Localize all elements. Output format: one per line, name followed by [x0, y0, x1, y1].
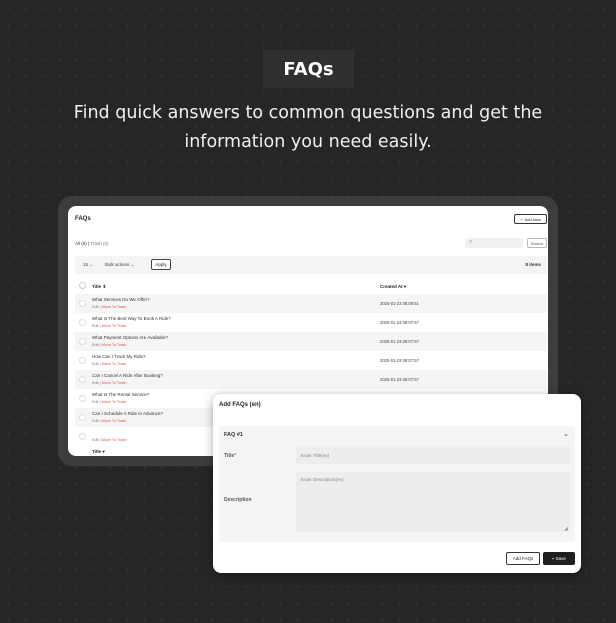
resize-grip-icon[interactable]: ◢ [564, 526, 568, 532]
col-created-label: Created At [380, 284, 403, 289]
description-label: Description [224, 497, 252, 503]
page-title: FAQs [75, 216, 91, 222]
row-checkbox[interactable] [79, 300, 86, 307]
bulk-actions-value: Bulk actions [105, 262, 130, 267]
row-checkbox[interactable] [79, 357, 86, 364]
row-checkbox[interactable] [79, 433, 86, 440]
row-title[interactable]: How Can I Track My Ride? [92, 354, 146, 359]
table-row: What Is The Best Way To Book A Ride? Edi… [75, 313, 547, 332]
row-created: 2025-01-23 08:07:57 [380, 358, 419, 363]
required-mark: * [234, 453, 237, 459]
row-created: 2025-01-23 08:07:57 [380, 320, 419, 325]
trash-link[interactable]: Move To Trash [102, 381, 127, 385]
sort-desc-icon: ▾ [403, 284, 407, 289]
trash-link[interactable]: Move To Trash [102, 400, 127, 404]
edit-link[interactable]: Edit [92, 438, 99, 442]
sort-icon: ⇕ [102, 284, 107, 289]
apply-button[interactable]: Apply [151, 259, 171, 270]
description-textarea[interactable] [296, 472, 570, 532]
add-new-button[interactable]: + Add New [514, 214, 547, 224]
trash-link[interactable]: Move To Trash [102, 438, 127, 442]
row-title[interactable]: What Is The Rental Service? [92, 392, 149, 397]
per-page-select[interactable]: 15 ⌄ [83, 262, 93, 268]
edit-link[interactable]: Edit [92, 400, 99, 404]
title-input[interactable] [296, 446, 570, 464]
row-checkbox[interactable] [79, 395, 86, 402]
footer-col-title-label: Title [92, 449, 102, 454]
per-page-value: 15 [83, 262, 89, 267]
search-button[interactable]: Search [527, 238, 547, 248]
plus-icon: + [520, 216, 523, 222]
row-actions: Edit | Move To Trash [92, 343, 127, 347]
row-actions: Edit | Move To Trash [92, 400, 127, 404]
edit-link[interactable]: Edit [92, 362, 99, 366]
filter-links: All (8) | Trash (0) [75, 241, 109, 246]
row-created: 2025-01-23 08:07:57 [380, 339, 419, 344]
row-title[interactable]: Can I Schedule A Ride In Advance? [92, 411, 163, 416]
edit-link[interactable]: Edit [92, 343, 99, 347]
title-label-text: Title [224, 453, 235, 459]
sort-desc-icon: ▾ [102, 449, 105, 454]
title-label: Title* [224, 453, 236, 459]
save-label: Save [555, 556, 566, 561]
col-created-header[interactable]: Created At ▾ [380, 284, 406, 290]
modal-title: Add FAQs (en) [219, 402, 261, 408]
row-title[interactable]: What Services Do We Offer? [92, 297, 150, 302]
select-all-checkbox[interactable] [79, 282, 86, 289]
items-count: 8 items [525, 262, 541, 267]
hero-subtitle: Find quick answers to common questions a… [73, 103, 543, 152]
trash-link[interactable]: Move To Trash [102, 362, 127, 366]
footer-col-title-header[interactable]: Title ▾ [92, 449, 105, 455]
table-row: Can I Cancel A Ride After Booking? Edit … [75, 370, 547, 389]
chevron-down-icon[interactable]: ⌄ [563, 430, 569, 438]
row-title[interactable]: Can I Cancel A Ride After Booking? [92, 373, 163, 378]
edit-link[interactable]: Edit [92, 324, 99, 328]
filter-all-link[interactable]: All (8) [75, 241, 87, 246]
row-actions: Edit | Move To Trash [92, 419, 127, 423]
table-row: What Services Do We Offer? Edit | Move T… [75, 294, 547, 313]
edit-link[interactable]: Edit [92, 305, 99, 309]
row-created: 2025-01-23 08:08:51 [380, 301, 419, 306]
add-faqs-modal: Add FAQs (en) FAQ #1 ⌄ Title* Descriptio… [213, 394, 581, 573]
faq-accordion: FAQ #1 ⌄ Title* Description ◢ [219, 426, 575, 542]
trash-link[interactable]: Move To Trash [102, 324, 127, 328]
hero-badge: FAQs [263, 50, 354, 88]
faq-accordion-header[interactable]: FAQ #1 [224, 432, 243, 438]
edit-link[interactable]: Edit [92, 381, 99, 385]
row-created: 2025-01-23 08:07:57 [380, 377, 419, 382]
add-faqs-button[interactable]: Add FAQs [506, 552, 540, 565]
trash-link[interactable]: Move To Trash [102, 419, 127, 423]
table-row: How Can I Track My Ride? Edit | Move To … [75, 351, 547, 370]
col-title-label: Title [92, 284, 102, 289]
trash-link[interactable]: Move To Trash [102, 343, 127, 347]
search-icon: ⌕ [469, 239, 473, 245]
row-checkbox[interactable] [79, 414, 86, 421]
row-actions: Edit | Move To Trash [92, 438, 127, 442]
row-checkbox[interactable] [79, 319, 86, 326]
bulk-actions-select[interactable]: Bulk actions ⌄ [105, 262, 134, 268]
edit-link[interactable]: Edit [92, 419, 99, 423]
trash-link[interactable]: Move To Trash [102, 305, 127, 309]
search-input[interactable]: ⌕ [465, 238, 523, 248]
row-checkbox[interactable] [79, 376, 86, 383]
row-actions: Edit | Move To Trash [92, 324, 127, 328]
row-actions: Edit | Move To Trash [92, 362, 127, 366]
col-title-header[interactable]: Title ⇕ [92, 284, 106, 290]
table-row: What Payment Options Are Available? Edit… [75, 332, 547, 351]
add-new-label: Add New [524, 216, 541, 222]
save-button[interactable]: ▪ Save [543, 552, 575, 565]
row-checkbox[interactable] [79, 338, 86, 345]
row-actions: Edit | Move To Trash [92, 381, 127, 385]
row-title[interactable]: What Is The Best Way To Book A Ride? [92, 316, 171, 321]
filter-trash-link[interactable]: Trash (0) [90, 241, 108, 246]
row-actions: Edit | Move To Trash [92, 305, 127, 309]
floppy-disk-icon: ▪ [552, 556, 554, 561]
row-title[interactable]: What Payment Options Are Available? [92, 335, 168, 340]
bulk-toolbar: 15 ⌄ Bulk actions ⌄ Apply 8 items [75, 256, 547, 274]
